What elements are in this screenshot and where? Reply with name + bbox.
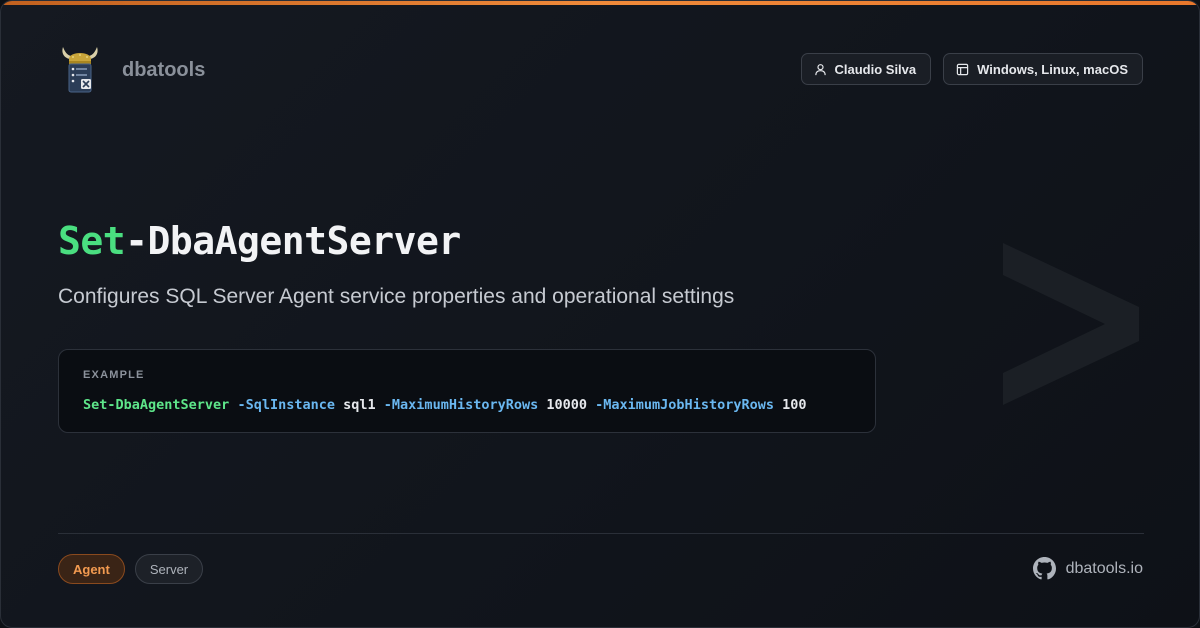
code-value: sql1	[343, 397, 376, 413]
github-icon	[1032, 557, 1056, 580]
author-label: Claudio Silva	[834, 61, 917, 77]
example-box: EXAMPLE Set-DbaAgentServer -SqlInstance …	[58, 349, 876, 433]
page-title: Set-DbaAgentServer	[58, 219, 461, 263]
title-noun: -DbaAgentServer	[125, 219, 461, 263]
platforms-label: Windows, Linux, macOS	[977, 61, 1128, 77]
code-value: 100	[782, 397, 807, 413]
dbatools-viking-logo-icon	[62, 47, 98, 93]
footer-divider	[58, 533, 1144, 534]
code-command: Set-DbaAgentServer	[83, 397, 230, 413]
site-link[interactable]: dbatools.io	[1032, 557, 1143, 580]
page-subtitle: Configures SQL Server Agent service prop…	[58, 285, 735, 308]
brand-name: dbatools	[122, 58, 206, 81]
code-param: -MaximumHistoryRows	[383, 397, 539, 413]
code-value: 10000	[546, 397, 588, 413]
layout-icon	[956, 63, 969, 75]
tag-server[interactable]: Server	[134, 554, 204, 584]
example-label: EXAMPLE	[83, 369, 145, 381]
tag-agent[interactable]: Agent	[58, 554, 125, 584]
tag-list: Agent Server	[58, 554, 204, 584]
title-verb: Set	[58, 219, 126, 263]
site-label: dbatools.io	[1065, 559, 1143, 577]
author-pill[interactable]: Claudio Silva	[800, 53, 932, 85]
code-param: -MaximumJobHistoryRows	[595, 397, 774, 413]
prompt-chevron-icon	[1003, 243, 1139, 405]
brand[interactable]: dbatools	[59, 45, 205, 95]
platforms-pill[interactable]: Windows, Linux, macOS	[943, 53, 1143, 85]
social-card: dbatools Claudio Silva Windows, Linux, m…	[0, 0, 1200, 628]
code-param: -SqlInstance	[237, 397, 335, 413]
user-icon	[814, 63, 826, 75]
accent-top-bar	[1, 1, 1199, 5]
example-code[interactable]: Set-DbaAgentServer -SqlInstance sql1 -Ma…	[83, 397, 807, 413]
header-pills: Claudio Silva Windows, Linux, macOS	[800, 53, 1143, 85]
